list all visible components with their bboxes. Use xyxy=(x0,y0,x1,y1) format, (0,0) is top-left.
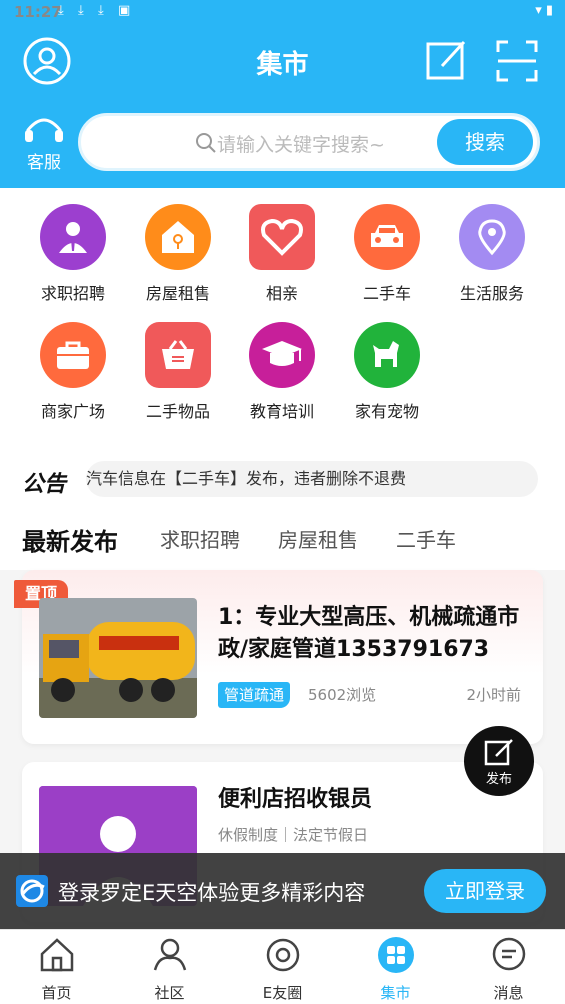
post-tag: 管道疏通 xyxy=(218,682,291,708)
download-icon: ⤓ xyxy=(98,3,104,18)
car-icon xyxy=(354,204,420,270)
nav-label: 消息 xyxy=(493,984,524,1002)
planet-icon xyxy=(266,938,299,972)
publish-label: 发布 xyxy=(485,772,512,787)
category-used-goods[interactable]: 二手物品 xyxy=(126,322,230,422)
post-thumbnail xyxy=(39,598,197,718)
nav-label: E友圈 xyxy=(262,984,303,1002)
status-time: 11:27 xyxy=(14,3,62,21)
tab-jobs[interactable]: 求职招聘 xyxy=(160,524,240,553)
market-icon xyxy=(377,937,414,973)
category-label: 家有宠物 xyxy=(354,402,419,421)
feed-tabs: 最新发布 求职招聘 房屋租售 二手车 xyxy=(0,518,565,570)
nav-label: 社区 xyxy=(154,984,185,1002)
category-label: 求职招聘 xyxy=(40,284,105,303)
category-label: 教育培训 xyxy=(249,402,314,421)
community-icon xyxy=(153,938,186,971)
category-education[interactable]: 教育培训 xyxy=(230,322,334,422)
nav-label: 首页 xyxy=(41,984,72,1002)
job-icon xyxy=(40,204,106,270)
category-pets[interactable]: 家有宠物 xyxy=(335,322,439,422)
nav-messages[interactable]: 消息 xyxy=(452,936,565,1003)
category-job[interactable]: 求职招聘 xyxy=(21,204,125,304)
tab-used-cars[interactable]: 二手车 xyxy=(396,524,456,553)
customer-service-label: 客服 xyxy=(27,153,61,173)
notification-icon: ▣ xyxy=(118,3,131,18)
download-icon: ⤓ xyxy=(78,3,84,18)
category-label: 相亲 xyxy=(265,284,298,303)
nav-e-friends[interactable]: E友圈 xyxy=(226,936,339,1003)
login-prompt-text: 登录罗定E天空体验更多精彩内容 xyxy=(58,881,366,905)
category-label: 二手车 xyxy=(362,284,411,303)
announcement-logo: 公告 xyxy=(22,472,67,497)
dog-icon xyxy=(354,322,420,388)
nav-community[interactable]: 社区 xyxy=(113,936,226,1003)
search-icon xyxy=(196,133,216,153)
login-banner: 登录罗定E天空体验更多精彩内容 立即登录 xyxy=(0,853,565,929)
category-label: 房屋租售 xyxy=(145,284,210,303)
tab-housing[interactable]: 房屋租售 xyxy=(278,524,358,553)
home-icon xyxy=(40,938,73,972)
tab-latest[interactable]: 最新发布 xyxy=(22,522,118,557)
category-label: 商家广场 xyxy=(40,402,105,421)
search-bar[interactable]: 请输入关键字搜索~ 搜索 xyxy=(78,113,540,171)
heart-icon xyxy=(249,204,315,270)
category-label: 二手物品 xyxy=(145,402,210,421)
bottom-navigation: 首页 社区 E友圈 集市 消息 xyxy=(0,929,565,1004)
search-input[interactable]: 请输入关键字搜索~ xyxy=(217,130,385,157)
graduation-cap-icon xyxy=(249,322,315,388)
category-house[interactable]: 房屋租售 xyxy=(126,204,230,304)
message-icon xyxy=(492,937,525,971)
login-button[interactable]: 立即登录 xyxy=(424,869,546,913)
status-bar: 11:27 ⤓ ⤓ ⤓ ▣ ▾ ▮ xyxy=(0,0,565,24)
basket-icon xyxy=(145,322,211,388)
page-title: 集市 xyxy=(256,50,309,80)
category-used-car[interactable]: 二手车 xyxy=(335,204,439,304)
post-views: 5602浏览 xyxy=(308,686,377,704)
headset-icon xyxy=(25,118,63,142)
post-card[interactable]: 置顶 1：专业大型高压、机械疏通市政/家庭管道1353791673 管道疏通 5… xyxy=(14,570,543,744)
category-grid: 求职招聘 房屋租售 相亲 二手车 生活服务 商家广场 二手物品 教育培训 家有宠… xyxy=(0,188,565,438)
customer-service-button[interactable]: 客服 xyxy=(22,114,66,173)
nav-label: 集市 xyxy=(380,984,411,1002)
category-shop[interactable]: 商家广场 xyxy=(21,322,125,422)
wifi-battery-icon: ▾ ▮ xyxy=(535,3,553,18)
location-icon xyxy=(459,204,525,270)
post-title: 1：专业大型高压、机械疏通市政/家庭管道1353791673 xyxy=(218,605,520,662)
post-time: 2小时前 xyxy=(466,686,521,704)
nav-market[interactable]: 集市 xyxy=(339,936,452,1003)
category-life-service[interactable]: 生活服务 xyxy=(440,204,544,304)
post-subline: 休假制度｜法定节假日 xyxy=(218,826,369,844)
app-logo-icon xyxy=(16,875,48,907)
announcement-bar: 公告 汽车信息在【二手车】发布，违者删除不退费 xyxy=(0,438,565,518)
shop-icon xyxy=(40,322,106,388)
publish-button[interactable]: 发布 xyxy=(464,726,534,796)
scan-icon[interactable] xyxy=(492,36,542,86)
category-dating[interactable]: 相亲 xyxy=(230,204,334,304)
app-header: 11:27 ⤓ ⤓ ⤓ ▣ ▾ ▮ 集市 客服 请输入关键字搜索~ 搜索 xyxy=(0,0,565,188)
category-label: 生活服务 xyxy=(459,284,524,303)
edit-icon[interactable] xyxy=(422,36,472,86)
edit-icon xyxy=(484,739,513,766)
search-button[interactable]: 搜索 xyxy=(437,119,533,165)
nav-home[interactable]: 首页 xyxy=(0,936,113,1003)
download-icon: ⤓ xyxy=(58,3,64,18)
announcement-text[interactable]: 汽车信息在【二手车】发布，违者删除不退费 xyxy=(86,461,538,497)
house-icon xyxy=(145,204,211,270)
